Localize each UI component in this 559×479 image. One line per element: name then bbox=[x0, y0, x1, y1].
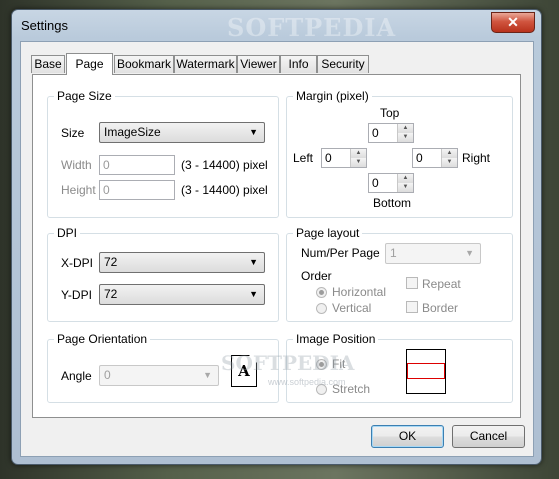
vertical-radio[interactable] bbox=[316, 303, 327, 314]
ydpi-label: Y-DPI bbox=[61, 288, 92, 302]
left-margin-value: 0 bbox=[325, 151, 332, 165]
chevron-down-icon: ▼ bbox=[249, 127, 258, 137]
border-checkbox[interactable] bbox=[406, 301, 418, 313]
horizontal-radio[interactable] bbox=[316, 287, 327, 298]
height-input[interactable]: 0 bbox=[99, 180, 175, 200]
spin-down-icon[interactable]: ▼ bbox=[442, 158, 457, 167]
page-layout-group: Page layout Num/Per Page 1 ▼ Order Horiz… bbox=[286, 226, 513, 322]
ydpi-select[interactable]: 72 ▼ bbox=[99, 284, 265, 305]
size-select-value: ImageSize bbox=[104, 125, 161, 139]
softpedia-watermark: SOFTPEDIA bbox=[227, 13, 397, 42]
angle-label: Angle bbox=[61, 369, 92, 383]
xdpi-select-value: 72 bbox=[104, 255, 118, 269]
horizontal-label: Horizontal bbox=[332, 285, 387, 299]
top-margin-spinner[interactable]: 0 ▲ ▼ bbox=[368, 123, 414, 143]
right-margin-spinner[interactable]: 0 ▲ ▼ bbox=[412, 148, 458, 168]
size-label: Size bbox=[61, 126, 85, 140]
vertical-label: Vertical bbox=[332, 301, 372, 315]
bottom-margin-value: 0 bbox=[372, 176, 379, 190]
settings-dialog: Settings SOFTPEDIA ✕ Base Page Bookmark … bbox=[11, 9, 542, 465]
angle-value: 0 bbox=[104, 368, 111, 382]
left-label: Left bbox=[293, 151, 314, 165]
xdpi-label: X-DPI bbox=[61, 256, 94, 270]
tab-page[interactable]: Page bbox=[66, 53, 113, 75]
page-size-title: Page Size bbox=[54, 89, 115, 103]
tab-bookmark[interactable]: Bookmark bbox=[114, 55, 174, 73]
tab-watermark[interactable]: Watermark bbox=[174, 55, 237, 73]
repeat-checkbox[interactable] bbox=[406, 277, 418, 289]
width-input[interactable]: 0 bbox=[99, 155, 175, 175]
num-per-page-select[interactable]: 1 ▼ bbox=[385, 243, 481, 264]
size-select[interactable]: ImageSize ▼ bbox=[99, 122, 265, 143]
cancel-button[interactable]: Cancel bbox=[452, 425, 525, 448]
bottom-label: Bottom bbox=[373, 196, 412, 210]
softpedia-watermark-overlay: SOFTPEDIA bbox=[221, 351, 355, 375]
dpi-title: DPI bbox=[54, 226, 81, 240]
tab-viewer[interactable]: Viewer bbox=[237, 55, 280, 73]
tab-security[interactable]: Security bbox=[317, 55, 369, 73]
xdpi-select[interactable]: 72 ▼ bbox=[99, 252, 265, 273]
margin-title: Margin (pixel) bbox=[293, 89, 372, 103]
spin-up-icon[interactable]: ▲ bbox=[442, 149, 457, 158]
num-per-page-value: 1 bbox=[390, 246, 397, 260]
close-button[interactable]: ✕ bbox=[491, 12, 535, 33]
width-range-label: (3 - 14400) pixel bbox=[181, 158, 268, 172]
top-label: Top bbox=[380, 106, 400, 120]
angle-select[interactable]: 0 ▼ bbox=[99, 365, 219, 386]
page-orientation-title: Page Orientation bbox=[54, 332, 151, 346]
ydpi-select-value: 72 bbox=[104, 287, 118, 301]
right-label: Right bbox=[462, 151, 491, 165]
image-position-rect bbox=[407, 363, 445, 379]
spin-up-icon[interactable]: ▲ bbox=[398, 174, 413, 183]
page-size-group: Page Size Size ImageSize ▼ Width 0 (3 - … bbox=[47, 89, 279, 218]
chevron-down-icon: ▼ bbox=[465, 248, 474, 258]
top-margin-value: 0 bbox=[372, 126, 379, 140]
ok-button[interactable]: OK bbox=[371, 425, 444, 448]
spin-up-icon[interactable]: ▲ bbox=[351, 149, 366, 158]
page-layout-title: Page layout bbox=[293, 226, 363, 240]
spin-down-icon[interactable]: ▼ bbox=[351, 158, 366, 167]
image-position-preview bbox=[406, 349, 446, 394]
height-label: Height bbox=[61, 183, 96, 197]
order-label: Order bbox=[301, 269, 332, 283]
width-label: Width bbox=[61, 158, 92, 172]
height-range-label: (3 - 14400) pixel bbox=[181, 183, 268, 197]
tab-base[interactable]: Base bbox=[31, 55, 65, 73]
image-position-title: Image Position bbox=[293, 332, 379, 346]
margin-group: Margin (pixel) Top 0 ▲ ▼ Left 0 ▲ ▼ 0 ▲ ▼ R… bbox=[286, 89, 513, 218]
left-margin-spinner[interactable]: 0 ▲ ▼ bbox=[321, 148, 367, 168]
repeat-label: Repeat bbox=[422, 277, 461, 291]
chevron-down-icon: ▼ bbox=[203, 370, 212, 380]
spin-down-icon[interactable]: ▼ bbox=[398, 133, 413, 142]
bottom-margin-spinner[interactable]: 0 ▲ ▼ bbox=[368, 173, 414, 193]
chevron-down-icon: ▼ bbox=[249, 289, 258, 299]
window-title: Settings bbox=[21, 18, 68, 33]
tab-page-panel: Page Size Size ImageSize ▼ Width 0 (3 - … bbox=[32, 74, 521, 418]
chevron-down-icon: ▼ bbox=[249, 257, 258, 267]
dpi-group: DPI X-DPI 72 ▼ Y-DPI 72 ▼ bbox=[47, 226, 279, 322]
right-margin-value: 0 bbox=[416, 151, 423, 165]
dialog-client-area: Base Page Bookmark Watermark Viewer Info… bbox=[20, 41, 534, 457]
border-label: Border bbox=[422, 301, 459, 315]
tab-info[interactable]: Info bbox=[280, 55, 317, 73]
spin-up-icon[interactable]: ▲ bbox=[398, 124, 413, 133]
softpedia-url-watermark: www.softpedia.com bbox=[268, 377, 346, 387]
spin-down-icon[interactable]: ▼ bbox=[398, 183, 413, 192]
num-per-page-label: Num/Per Page bbox=[301, 246, 380, 260]
